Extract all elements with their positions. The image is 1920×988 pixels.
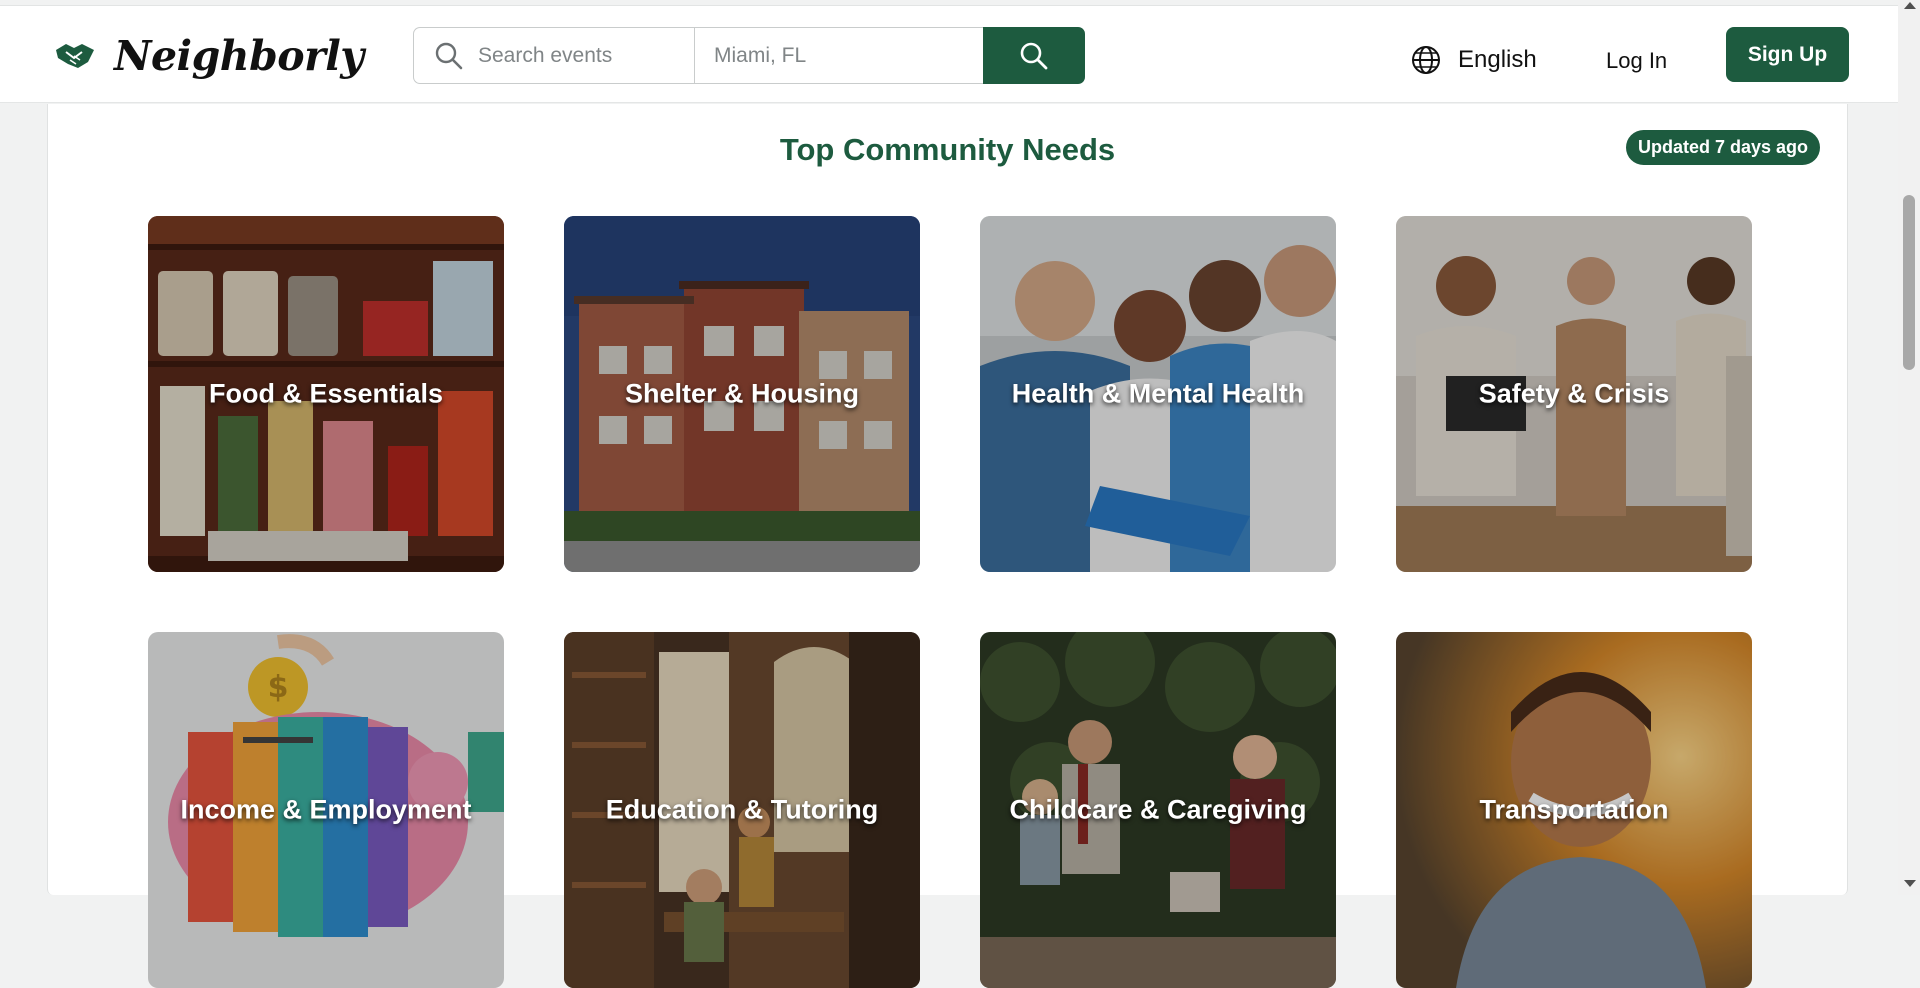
search-icon <box>435 42 463 69</box>
search-bar <box>413 27 985 84</box>
scroll-up-arrow-icon[interactable] <box>1904 2 1916 9</box>
scroll-thumb[interactable] <box>1903 195 1915 370</box>
language-label: English <box>1458 46 1537 73</box>
category-tile-safety[interactable]: Safety & Crisis <box>1396 216 1752 572</box>
handshake-icon <box>56 44 94 68</box>
community-needs-panel: Top Community Needs Updated 7 days ago F… <box>47 104 1848 988</box>
category-label: Childcare & Caregiving <box>1009 794 1307 825</box>
search-icon <box>1020 42 1048 69</box>
category-tile-health[interactable]: Health & Mental Health <box>980 216 1336 572</box>
location-input[interactable] <box>714 43 974 68</box>
location-field[interactable] <box>695 28 985 83</box>
category-tile-education[interactable]: Education & Tutoring <box>564 632 920 988</box>
page-scrollbar[interactable] <box>1898 0 1920 895</box>
category-label: Food & Essentials <box>208 378 444 409</box>
category-tile-food[interactable]: Food & Essentials <box>148 216 504 572</box>
signup-button[interactable]: Sign Up <box>1726 27 1849 82</box>
section-title: Top Community Needs <box>779 132 1116 167</box>
category-label: Safety & Crisis <box>1478 378 1670 409</box>
category-label: Health & Mental Health <box>1011 378 1305 409</box>
category-label: Education & Tutoring <box>605 794 879 825</box>
category-tile-income[interactable]: $ Income & Employment <box>148 632 504 988</box>
logo[interactable]: Neighborly <box>54 32 364 80</box>
scroll-down-arrow-icon[interactable] <box>1904 880 1916 887</box>
updated-badge: Updated 7 days ago <box>1626 130 1821 165</box>
category-label: Transportation <box>1479 794 1669 825</box>
language-selector[interactable]: English <box>1410 44 1537 76</box>
category-label: Shelter & Housing <box>624 378 860 409</box>
category-tile-childcare[interactable]: Childcare & Caregiving <box>980 632 1336 988</box>
search-events-field[interactable] <box>414 28 695 83</box>
logo-text: Neighborly <box>114 32 364 80</box>
search-button[interactable] <box>983 27 1085 84</box>
site-header: Neighborly English Log In Sign Up <box>0 6 1898 103</box>
category-grid: Food & Essentials Shelter & Housing Heal… <box>148 216 1752 988</box>
login-link[interactable]: Log In <box>1606 48 1667 74</box>
category-label: Income & Employment <box>180 794 472 825</box>
category-tile-transportation[interactable]: Transportation <box>1396 632 1752 988</box>
category-tile-shelter[interactable]: Shelter & Housing <box>564 216 920 572</box>
search-events-input[interactable] <box>478 43 688 68</box>
globe-icon <box>1412 46 1440 74</box>
